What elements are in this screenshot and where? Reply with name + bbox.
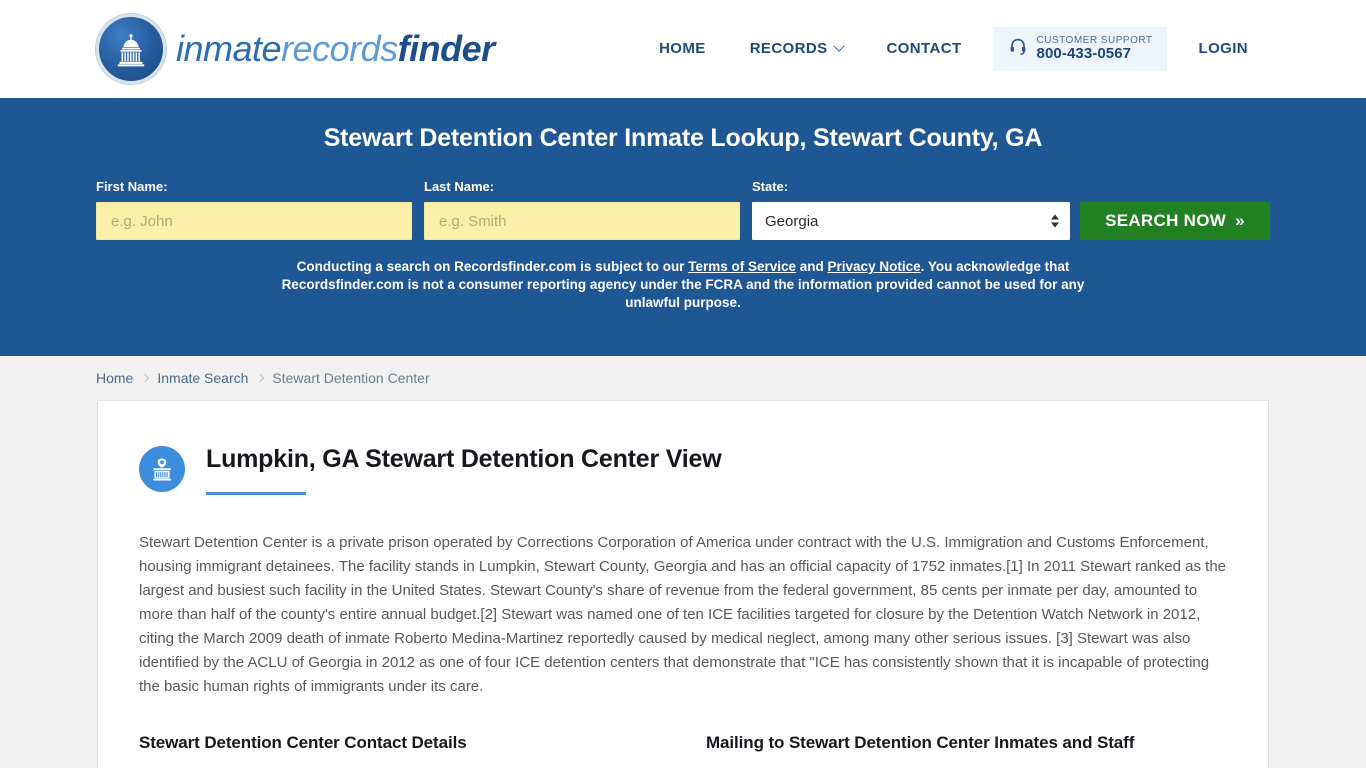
inmate-search-banner: Stewart Detention Center Inmate Lookup, …	[0, 98, 1366, 356]
page-title-underline	[206, 491, 306, 495]
breadcrumb-separator-icon	[256, 373, 265, 383]
nav-item-login-label: LOGIN	[1198, 40, 1248, 58]
capitol-dome-seal-icon	[96, 14, 166, 84]
state-select-wrapper: AlabamaAlaskaArizonaArkansasCaliforniaCo…	[752, 202, 1070, 240]
breadcrumb-item-inmate-search[interactable]: Inmate Search	[157, 370, 248, 386]
logo-text-records: records	[281, 28, 398, 69]
disclaimer-text-2: and	[796, 259, 828, 274]
nav-item-records-label: RECORDS	[749, 40, 828, 58]
disclaimer-text-1: Conducting a search on Recordsfinder.com…	[296, 259, 689, 274]
chevron-down-icon	[832, 40, 845, 52]
search-disclaimer: Conducting a search on Recordsfinder.com…	[253, 258, 1113, 313]
breadcrumb-separator-icon	[141, 373, 150, 383]
page-title: Lumpkin, GA Stewart Detention Center Vie…	[206, 445, 722, 473]
first-name-input[interactable]	[96, 202, 412, 240]
breadcrumb-item-home[interactable]: Home	[96, 370, 133, 386]
state-label: State:	[752, 179, 789, 194]
nav-item-home[interactable]: HOME	[637, 30, 728, 67]
state-field-group: State: AlabamaAlaskaArizonaArkansasCalif…	[752, 179, 1070, 240]
logo-text-finder: finder	[397, 28, 496, 69]
last-name-field-group: Last Name:	[424, 179, 740, 240]
contact-details-column: Stewart Detention Center Contact Details	[139, 733, 683, 768]
nav-item-login[interactable]: LOGIN	[1177, 30, 1271, 67]
main-navigation: HOME RECORDS CONTACT CUSTOMER SUPPORT 80…	[637, 27, 1270, 71]
page-header: Lumpkin, GA Stewart Detention Center Vie…	[139, 443, 1227, 495]
facility-description: Stewart Detention Center is a private pr…	[139, 533, 1227, 695]
jail-building-icon	[139, 445, 185, 492]
nav-item-home-label: HOME	[659, 40, 706, 58]
terms-of-service-link[interactable]: Terms of Service	[688, 259, 796, 274]
privacy-notice-link[interactable]: Privacy Notice	[828, 259, 921, 274]
first-name-field-group: First Name:	[96, 179, 412, 240]
double-chevron-right-icon: »	[1235, 211, 1245, 230]
site-header: inmaterecordsfinder HOME RECORDS CONTACT	[0, 0, 1366, 98]
mailing-column: Mailing to Stewart Detention Center Inma…	[683, 733, 1227, 768]
last-name-input[interactable]	[424, 202, 740, 240]
last-name-label: Last Name:	[424, 179, 495, 194]
breadcrumb: Home Inmate Search Stewart Detention Cen…	[0, 356, 1366, 400]
customer-support-button[interactable]: CUSTOMER SUPPORT 800-433-0567	[993, 27, 1167, 71]
contact-details-heading: Stewart Detention Center Contact Details	[139, 732, 467, 752]
logo-text-inmate: inmate	[176, 28, 282, 69]
site-logo-wordmark: inmaterecordsfinder	[176, 31, 495, 67]
customer-support-text: CUSTOMER SUPPORT 800-433-0567	[1037, 35, 1153, 63]
facility-content-card: Lumpkin, GA Stewart Detention Center Vie…	[97, 400, 1269, 768]
customer-support-phone: 800-433-0567	[1036, 45, 1132, 63]
nav-item-contact[interactable]: CONTACT	[865, 30, 984, 67]
banner-title: Stewart Detention Center Inmate Lookup, …	[323, 124, 1043, 152]
nav-item-records[interactable]: RECORDS	[728, 30, 865, 67]
inmate-search-form: First Name: Last Name: State: AlabamaAla…	[96, 179, 1270, 240]
state-select[interactable]: AlabamaAlaskaArizonaArkansasCaliforniaCo…	[752, 202, 1070, 240]
search-now-button[interactable]: SEARCH NOW »	[1079, 202, 1270, 240]
site-logo-link[interactable]: inmaterecordsfinder	[96, 14, 495, 84]
first-name-label: First Name:	[96, 179, 168, 194]
mailing-heading: Mailing to Stewart Detention Center Inma…	[706, 732, 1135, 752]
nav-item-contact-label: CONTACT	[886, 40, 962, 58]
page-title-wrapper: Lumpkin, GA Stewart Detention Center Vie…	[206, 443, 722, 495]
details-columns: Stewart Detention Center Contact Details…	[139, 733, 1227, 768]
search-now-button-label: SEARCH NOW	[1105, 211, 1227, 230]
breadcrumb-item-current: Stewart Detention Center	[272, 370, 430, 386]
headset-icon	[1008, 36, 1028, 61]
